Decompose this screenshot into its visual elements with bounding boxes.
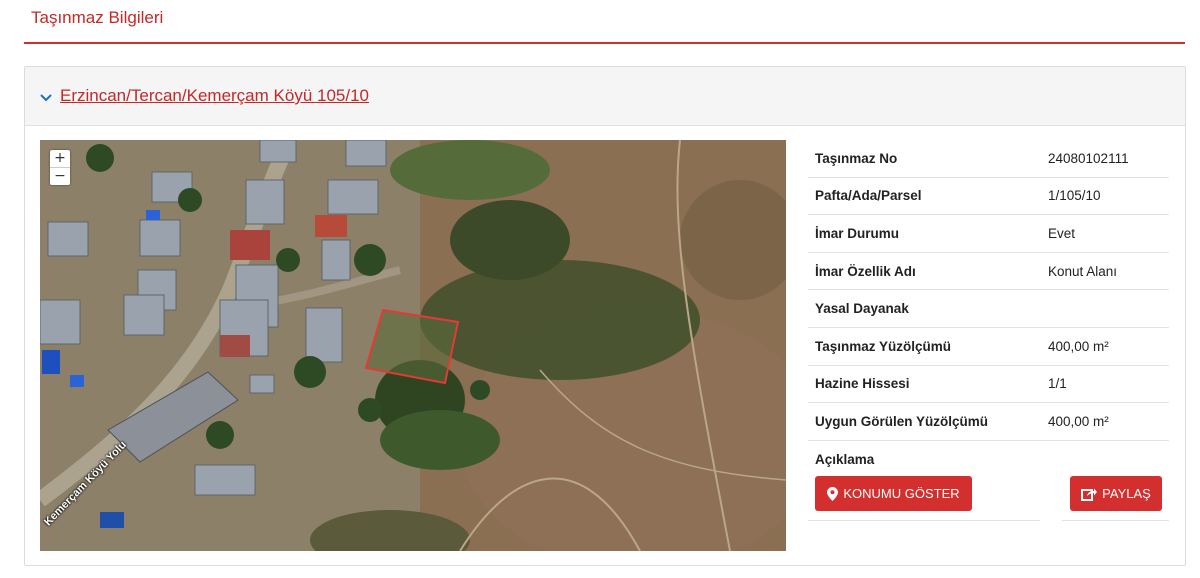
- satellite-image: [40, 140, 786, 551]
- info-label: Taşınmaz No: [815, 150, 898, 166]
- info-value: Konut Alanı: [1048, 263, 1118, 279]
- button-divider-left: [808, 520, 1040, 521]
- satellite-map[interactable]: + − Kemerçam Köyü Yolu: [40, 140, 786, 551]
- button-divider-right: [1062, 520, 1169, 521]
- property-card: Erzincan/Tercan/Kemerçam Köyü 105/10 + −…: [24, 66, 1186, 566]
- info-row-imar-ozellik: İmar Özellik Adı Konut Alanı: [808, 253, 1169, 291]
- info-row-hazine-hissesi: Hazine Hissesi 1/1: [808, 366, 1169, 404]
- info-value: 400,00 m²: [1048, 338, 1109, 354]
- info-row-uygun-yuzolcumu: Uygun Görülen Yüzölçümü 400,00 m²: [808, 403, 1169, 441]
- info-label: Açıklama: [815, 451, 875, 467]
- zoom-control: + −: [50, 150, 70, 185]
- action-buttons: KONUMU GÖSTER PAYLAŞ: [808, 470, 1169, 521]
- title-divider: [24, 42, 1185, 44]
- share-icon: [1081, 488, 1098, 501]
- info-label: Uygun Görülen Yüzölçümü: [815, 413, 989, 429]
- info-row-yasal-dayanak: Yasal Dayanak: [808, 290, 1169, 328]
- show-location-button[interactable]: KONUMU GÖSTER: [815, 476, 972, 511]
- info-value: 24080102111: [1048, 150, 1129, 166]
- page-title: Taşınmaz Bilgileri: [31, 8, 164, 27]
- show-location-label: KONUMU GÖSTER: [843, 486, 960, 501]
- zoom-in-button[interactable]: +: [50, 150, 70, 167]
- info-row-tasinmaz-no: Taşınmaz No 24080102111: [808, 140, 1169, 178]
- info-value: Evet: [1048, 225, 1076, 241]
- info-row-yuzolcumu: Taşınmaz Yüzölçümü 400,00 m²: [808, 328, 1169, 366]
- info-row-pafta: Pafta/Ada/Parsel 1/105/10: [808, 178, 1169, 216]
- property-info-table: Taşınmaz No 24080102111 Pafta/Ada/Parsel…: [808, 140, 1169, 477]
- info-label: Hazine Hissesi: [815, 376, 910, 392]
- map-marker-icon: [827, 486, 839, 501]
- info-value: 1/105/10: [1048, 188, 1101, 204]
- info-label: Pafta/Ada/Parsel: [815, 188, 922, 204]
- share-button[interactable]: PAYLAŞ: [1070, 476, 1162, 511]
- info-label: Taşınmaz Yüzölçümü: [815, 338, 952, 354]
- zoom-out-button[interactable]: −: [50, 167, 70, 185]
- info-label: İmar Durumu: [815, 225, 900, 241]
- info-value: 400,00 m²: [1048, 413, 1109, 429]
- property-location-link[interactable]: Erzincan/Tercan/Kemerçam Köyü 105/10: [60, 86, 369, 106]
- info-label: Yasal Dayanak: [815, 301, 909, 317]
- info-label: İmar Özellik Adı: [815, 263, 916, 279]
- chevron-down-icon[interactable]: [39, 91, 53, 105]
- share-label: PAYLAŞ: [1102, 486, 1151, 501]
- info-row-imar-durumu: İmar Durumu Evet: [808, 215, 1169, 253]
- property-card-header[interactable]: Erzincan/Tercan/Kemerçam Köyü 105/10: [25, 67, 1185, 126]
- info-value: 1/1: [1048, 376, 1067, 392]
